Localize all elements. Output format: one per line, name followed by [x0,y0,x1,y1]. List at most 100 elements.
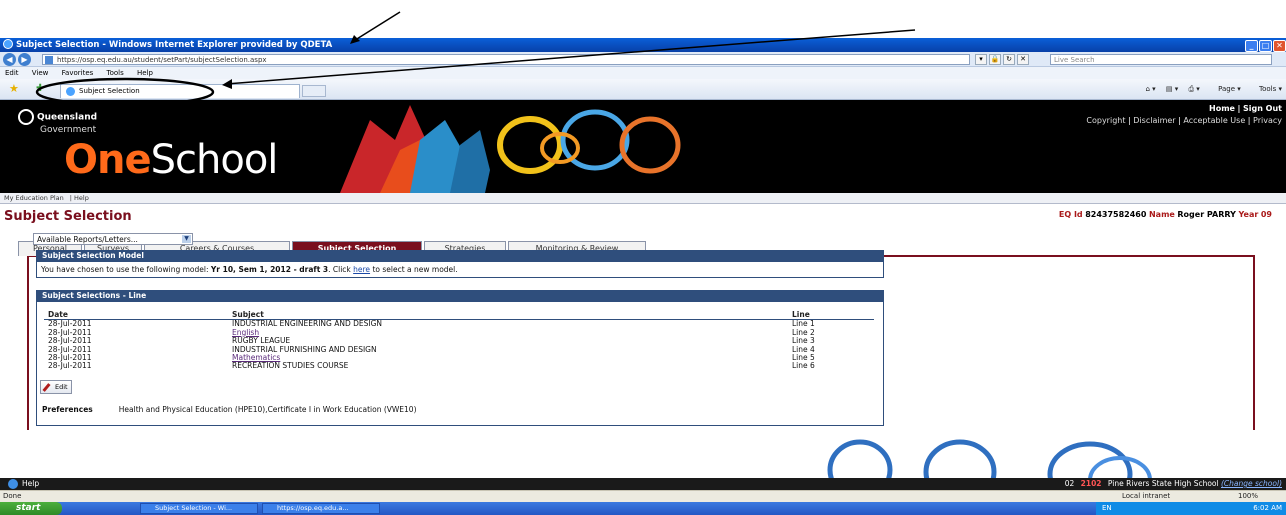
help-icon[interactable] [8,479,18,489]
table-row: 28-Jul-2011 English Line 2 [44,328,874,337]
oneschool-nav: My Education Plan | Help [0,193,1286,204]
address-url: https://osp.eq.edu.au/student/setPart/su… [57,56,267,64]
help-bar: Help 02 2102 Pine Rivers State High Scho… [0,478,1286,490]
browser-tab[interactable]: Subject Selection [60,84,300,98]
gov-name: Queensland [37,112,98,123]
model-name: Yr 10, Sem 1, 2012 - draft 3 [210,265,329,274]
chevron-down-icon: ▼ [182,235,191,243]
row-subject: RECREATION STUDIES COURSE [232,361,349,371]
start-button[interactable]: start [0,502,62,515]
queensland-government-logo: Queensland Government [18,109,97,135]
table-row: 28-Jul-2011 INDUSTRIAL ENGINEERING AND DE… [44,320,874,329]
preferences-value: Health and Physical Education (HPE10),Ce… [118,405,417,414]
model-text: You have chosen to use the following mod… [37,262,883,278]
nav-help[interactable]: Help [74,194,89,202]
feeds-icon[interactable]: ▤ ▾ [1166,85,1178,93]
windows-taskbar: start Subject Selection - Wi... https://… [0,502,1286,515]
crest-icon [18,109,34,125]
menu-view[interactable]: View [32,67,49,79]
gov-sub: Government [40,125,97,135]
close-window-button[interactable]: ✕ [1273,40,1286,52]
name-value: Roger PARRY [1177,210,1236,219]
table-row: 28-Jul-2011 RECREATION STUDIES COURSE Line… [44,361,874,371]
window-controls: _ □ ✕ [1244,39,1286,52]
minimize-button[interactable]: _ [1245,40,1258,52]
id-label: EQ Id [1058,210,1083,219]
forward-button[interactable]: ▶ [18,53,31,66]
table-row: 28-Jul-2011 INDUSTRIAL FURNISHING AND DES… [44,344,874,354]
nav-my-education-plan[interactable]: My Education Plan [4,194,64,202]
brand-school: School [150,137,279,183]
refresh-icon[interactable]: ↻ [1003,54,1015,65]
internet-explorer-icon [3,39,13,49]
row-subject: INDUSTRIAL FURNISHING AND DESIGN [232,344,377,354]
status-text: Done [3,492,22,500]
tools-menu-label: Tools [1259,85,1277,93]
privacy-link[interactable]: Privacy [1253,116,1282,125]
menu-edit[interactable]: Edit [5,67,19,79]
page-menu[interactable]: Page ▾ [1210,85,1241,93]
header-artwork [340,105,681,193]
brand-one: One [64,137,152,183]
menu-help[interactable]: Help [137,67,153,79]
row-subject-link[interactable]: English [228,328,788,337]
table-row: 28-Jul-2011 Mathematics Line 5 [44,353,874,362]
add-favorite-icon[interactable]: ✚ [36,83,44,94]
edit-button[interactable]: Edit [40,380,72,394]
table-header-row: Date Subject Line [44,310,874,321]
menu-favorites[interactable]: Favorites [62,67,94,79]
edit-label: Edit [55,383,68,391]
tools-menu[interactable]: Tools ▾ [1251,85,1282,93]
live-search-input[interactable]: Live Search [1050,54,1272,65]
zoom-level[interactable]: 100% [1238,491,1258,502]
reports-select-value: Available Reports/Letters... [37,235,138,244]
lock-icon[interactable]: 🔒 [989,54,1001,65]
model-text-after: to select a new model. [372,265,458,274]
footer-artwork [827,439,1152,478]
language-indicator[interactable]: EN [1102,504,1112,512]
back-button[interactable]: ◀ [3,53,16,66]
row-date: 28-Jul-2011 [48,361,92,371]
address-toolbar: ◀ ▶ https://osp.eq.edu.au/student/setPar… [0,52,1286,67]
page-title: Subject Selection [4,209,132,224]
student-identity: EQ Id 82437582460 Name Roger PARRY Year … [1059,210,1272,219]
new-tab-button[interactable] [302,85,326,97]
print-icon[interactable]: ⎙ ▾ [1188,85,1199,93]
tab-ie-icon [66,87,75,96]
taskbar-item[interactable]: https://osp.eq.edu.a... [262,503,380,514]
year-value: 09 [1260,210,1272,219]
model-text-mid: . Click [328,265,351,274]
select-new-model-link[interactable]: here [353,265,370,274]
preferences: Preferences Health and Physical Education… [42,405,417,414]
footer-centre-code: 2102 [1080,479,1102,488]
browser-tab-bar: ★ ✚ Subject Selection ⌂ ▾ ▤ ▾ ⎙ ▾ Page ▾… [0,79,1286,100]
id-value: 82437582460 [1085,210,1147,219]
favorites-star-icon[interactable]: ★ [9,82,19,95]
status-bar: Done Local intranet 100% [0,490,1286,502]
school-info: 02 2102 Pine Rivers State High School (C… [1065,478,1282,490]
address-dropdown-icon[interactable]: ▾ [975,54,987,65]
reports-select[interactable]: Available Reports/Letters... ▼ [33,233,193,245]
taskbar-item[interactable]: Subject Selection - Wi... [140,503,258,514]
maximize-button[interactable]: □ [1259,40,1272,52]
acceptable-use-link[interactable]: Acceptable Use [1183,116,1245,125]
security-zone: Local intranet [1122,492,1171,500]
selections-panel-heading: Subject Selections - Line [36,290,884,301]
page-menu-label: Page [1218,85,1236,93]
disclaimer-link[interactable]: Disclaimer [1133,116,1175,125]
copyright-link[interactable]: Copyright [1086,116,1125,125]
window-title-bar: Subject Selection - Windows Internet Exp… [0,38,1286,52]
row-subject: INDUSTRIAL ENGINEERING AND DESIGN [232,319,383,329]
address-field[interactable]: https://osp.eq.edu.au/student/setPart/su… [42,54,970,65]
sign-out-link[interactable]: Sign Out [1243,104,1282,113]
menu-tools[interactable]: Tools [107,67,124,79]
home-icon[interactable]: ⌂ ▾ [1145,85,1155,93]
change-school-link[interactable]: (Change school) [1221,479,1282,488]
home-link[interactable]: Home [1209,104,1235,113]
help-link[interactable]: Help [22,478,39,490]
stop-icon[interactable]: ✕ [1017,54,1029,65]
menu-bar: Edit View Favorites Tools Help [0,67,1286,79]
pencil-icon [42,383,51,392]
school-name: Pine Rivers State High School [1107,479,1219,488]
preferences-label: Preferences [42,405,93,414]
